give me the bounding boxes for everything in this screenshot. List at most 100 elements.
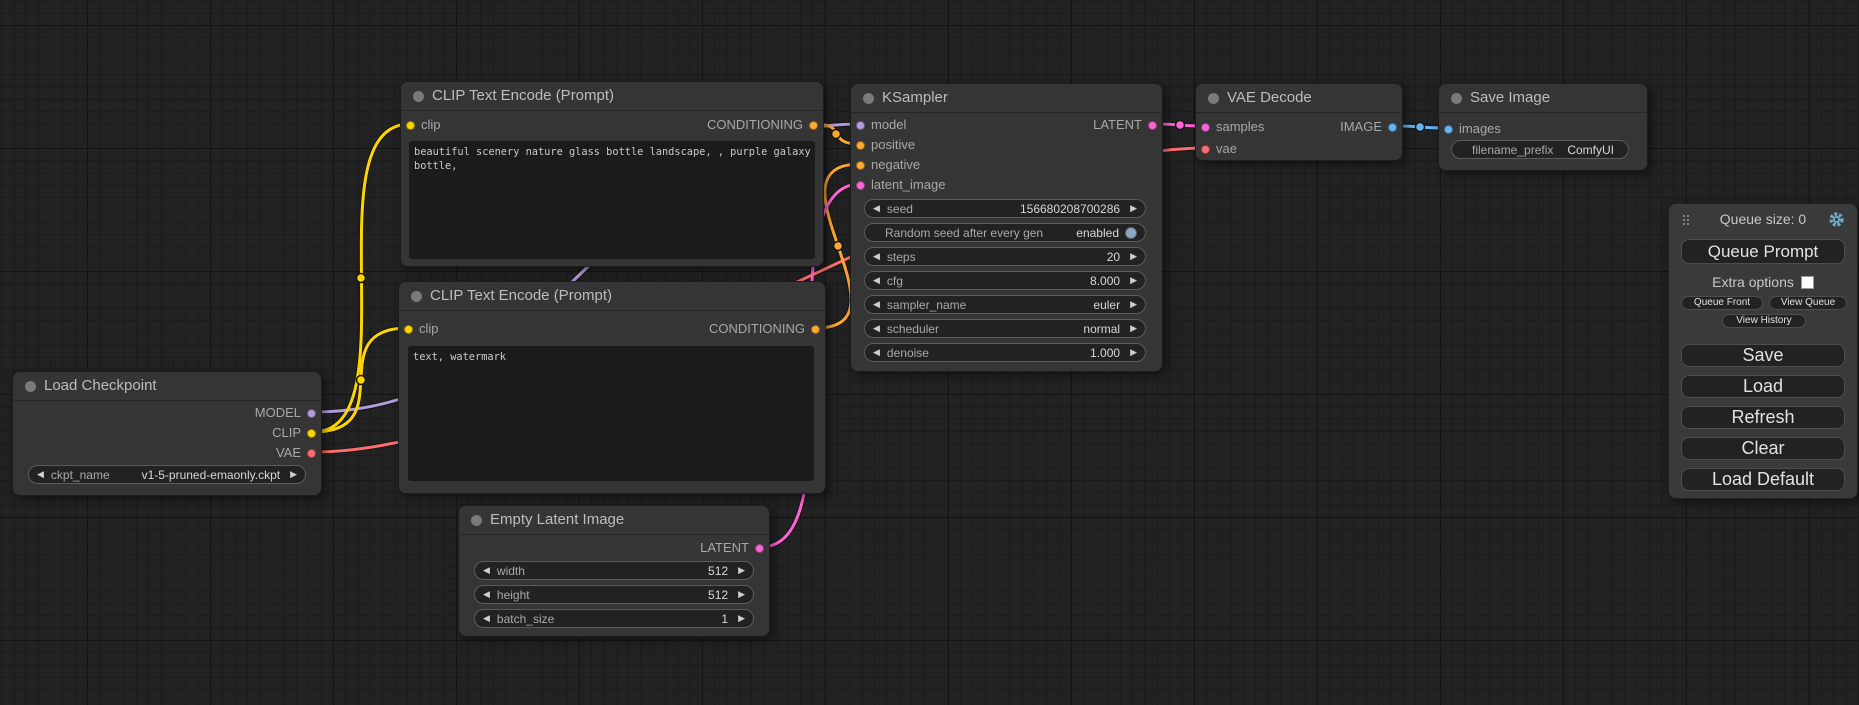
node-title-bar[interactable]: Save Image: [1439, 84, 1647, 113]
clip-input-port[interactable]: [404, 325, 413, 334]
increment-arrow-icon[interactable]: ▶: [1130, 348, 1137, 357]
height-widget[interactable]: ◀ height 512 ▶: [474, 585, 754, 604]
input-slot-clip[interactable]: clip: [401, 115, 441, 135]
random-seed-toggle[interactable]: Random seed after every gen enabled: [864, 223, 1146, 242]
increment-arrow-icon[interactable]: ▶: [1130, 276, 1137, 285]
output-slot-latent[interactable]: LATENT: [1093, 115, 1162, 135]
model-output-port[interactable]: [307, 409, 316, 418]
decrement-arrow-icon[interactable]: ◀: [483, 590, 490, 599]
input-slot-samples[interactable]: samples: [1196, 117, 1264, 137]
extra-options-checkbox[interactable]: [1801, 276, 1814, 289]
input-slot-images[interactable]: images: [1439, 119, 1501, 139]
samples-input-port[interactable]: [1201, 123, 1210, 132]
queue-prompt-button[interactable]: Queue Prompt: [1681, 239, 1845, 264]
negative-input-port[interactable]: [856, 161, 865, 170]
node-collapse-dot[interactable]: [411, 291, 422, 302]
filename-prefix-widget[interactable]: filename_prefix ComfyUI: [1451, 140, 1629, 159]
decrement-arrow-icon[interactable]: ◀: [873, 324, 880, 333]
model-input-port[interactable]: [856, 121, 865, 130]
increment-arrow-icon[interactable]: ▶: [1130, 252, 1137, 261]
decrement-arrow-icon[interactable]: ◀: [873, 276, 880, 285]
denoise-widget[interactable]: ◀ denoise 1.000 ▶: [864, 343, 1146, 362]
vae-output-port[interactable]: [307, 449, 316, 458]
save-button[interactable]: Save: [1681, 344, 1845, 367]
increment-arrow-icon[interactable]: ▶: [1130, 324, 1137, 333]
conditioning-output-port[interactable]: [809, 121, 818, 130]
scheduler-widget[interactable]: ◀ scheduler normal ▶: [864, 319, 1146, 338]
decrement-arrow-icon[interactable]: ◀: [37, 470, 44, 479]
decrement-arrow-icon[interactable]: ◀: [873, 204, 880, 213]
node-clip-text-encode-positive[interactable]: CLIP Text Encode (Prompt) clip CONDITION…: [400, 81, 824, 267]
output-slot-clip[interactable]: CLIP: [272, 423, 321, 443]
sampler-name-widget[interactable]: ◀ sampler_name euler ▶: [864, 295, 1146, 314]
increment-arrow-icon[interactable]: ▶: [1130, 300, 1137, 309]
positive-input-port[interactable]: [856, 141, 865, 150]
increment-arrow-icon[interactable]: ▶: [1130, 204, 1137, 213]
input-slot-vae[interactable]: vae: [1196, 139, 1237, 159]
increment-arrow-icon[interactable]: ▶: [738, 566, 745, 575]
negative-prompt-textarea[interactable]: text, watermark: [408, 346, 814, 481]
clip-output-port[interactable]: [307, 429, 316, 438]
node-collapse-dot[interactable]: [413, 91, 424, 102]
decrement-arrow-icon[interactable]: ◀: [483, 566, 490, 575]
decrement-arrow-icon[interactable]: ◀: [873, 252, 880, 261]
node-vae-decode[interactable]: VAE Decode samples vae IMAGE: [1195, 83, 1403, 161]
latent-image-input-port[interactable]: [856, 181, 865, 190]
load-default-button[interactable]: Load Default: [1681, 468, 1845, 491]
increment-arrow-icon[interactable]: ▶: [738, 590, 745, 599]
steps-widget[interactable]: ◀ steps 20 ▶: [864, 247, 1146, 266]
load-button[interactable]: Load: [1681, 375, 1845, 398]
vae-input-port[interactable]: [1201, 145, 1210, 154]
decrement-arrow-icon[interactable]: ◀: [483, 614, 490, 623]
increment-arrow-icon[interactable]: ▶: [738, 614, 745, 623]
view-queue-button[interactable]: View Queue: [1769, 296, 1847, 310]
node-save-image[interactable]: Save Image images filename_prefix ComfyU…: [1438, 83, 1648, 171]
output-slot-conditioning[interactable]: CONDITIONING: [709, 319, 825, 339]
node-ksampler[interactable]: KSampler model positive negative latent_…: [850, 83, 1163, 372]
latent-output-port[interactable]: [755, 544, 764, 553]
view-history-button[interactable]: View History: [1722, 314, 1806, 328]
decrement-arrow-icon[interactable]: ◀: [873, 300, 880, 309]
increment-arrow-icon[interactable]: ▶: [290, 470, 297, 479]
node-title-bar[interactable]: Empty Latent Image: [459, 506, 769, 535]
input-slot-clip[interactable]: clip: [399, 319, 439, 339]
refresh-button[interactable]: Refresh: [1681, 406, 1845, 429]
seed-widget[interactable]: ◀ seed 156680208700286 ▶: [864, 199, 1146, 218]
output-slot-model[interactable]: MODEL: [255, 403, 321, 423]
batch-size-widget[interactable]: ◀ batch_size 1 ▶: [474, 609, 754, 628]
ckpt-name-widget[interactable]: ◀ ckpt_name v1-5-pruned-emaonly.ckpt ▶: [28, 465, 306, 484]
output-slot-image[interactable]: IMAGE: [1340, 117, 1402, 137]
node-collapse-dot[interactable]: [1208, 93, 1219, 104]
output-slot-conditioning[interactable]: CONDITIONING: [707, 115, 823, 135]
positive-prompt-textarea[interactable]: beautiful scenery nature glass bottle la…: [409, 141, 815, 259]
node-title-bar[interactable]: VAE Decode: [1196, 84, 1402, 113]
decrement-arrow-icon[interactable]: ◀: [873, 348, 880, 357]
queue-front-button[interactable]: Queue Front: [1681, 296, 1763, 310]
output-slot-vae[interactable]: VAE: [276, 443, 321, 463]
node-collapse-dot[interactable]: [1451, 93, 1462, 104]
settings-gear-icon[interactable]: [1828, 211, 1845, 228]
image-output-port[interactable]: [1388, 123, 1397, 132]
node-graph-canvas[interactable]: Load Checkpoint MODEL CLIP VAE ◀ ckpt_na…: [0, 0, 1859, 705]
node-title-bar[interactable]: CLIP Text Encode (Prompt): [399, 282, 825, 311]
node-title-bar[interactable]: KSampler: [851, 84, 1162, 113]
width-widget[interactable]: ◀ width 512 ▶: [474, 561, 754, 580]
output-slot-latent[interactable]: LATENT: [700, 538, 769, 558]
toggle-indicator-dot[interactable]: [1125, 227, 1137, 239]
input-slot-negative[interactable]: negative: [851, 155, 920, 175]
input-slot-positive[interactable]: positive: [851, 135, 915, 155]
input-slot-model[interactable]: model: [851, 115, 906, 135]
node-collapse-dot[interactable]: [25, 381, 36, 392]
conditioning-output-port[interactable]: [811, 325, 820, 334]
input-slot-latent-image[interactable]: latent_image: [851, 175, 945, 195]
node-load-checkpoint[interactable]: Load Checkpoint MODEL CLIP VAE ◀ ckpt_na…: [12, 371, 322, 496]
node-collapse-dot[interactable]: [471, 515, 482, 526]
clear-button[interactable]: Clear: [1681, 437, 1845, 460]
cfg-widget[interactable]: ◀ cfg 8.000 ▶: [864, 271, 1146, 290]
clip-input-port[interactable]: [406, 121, 415, 130]
node-clip-text-encode-negative[interactable]: CLIP Text Encode (Prompt) clip CONDITION…: [398, 281, 826, 494]
node-empty-latent-image[interactable]: Empty Latent Image LATENT ◀ width 512 ▶ …: [458, 505, 770, 637]
node-title-bar[interactable]: Load Checkpoint: [13, 372, 321, 401]
images-input-port[interactable]: [1444, 125, 1453, 134]
node-collapse-dot[interactable]: [863, 93, 874, 104]
